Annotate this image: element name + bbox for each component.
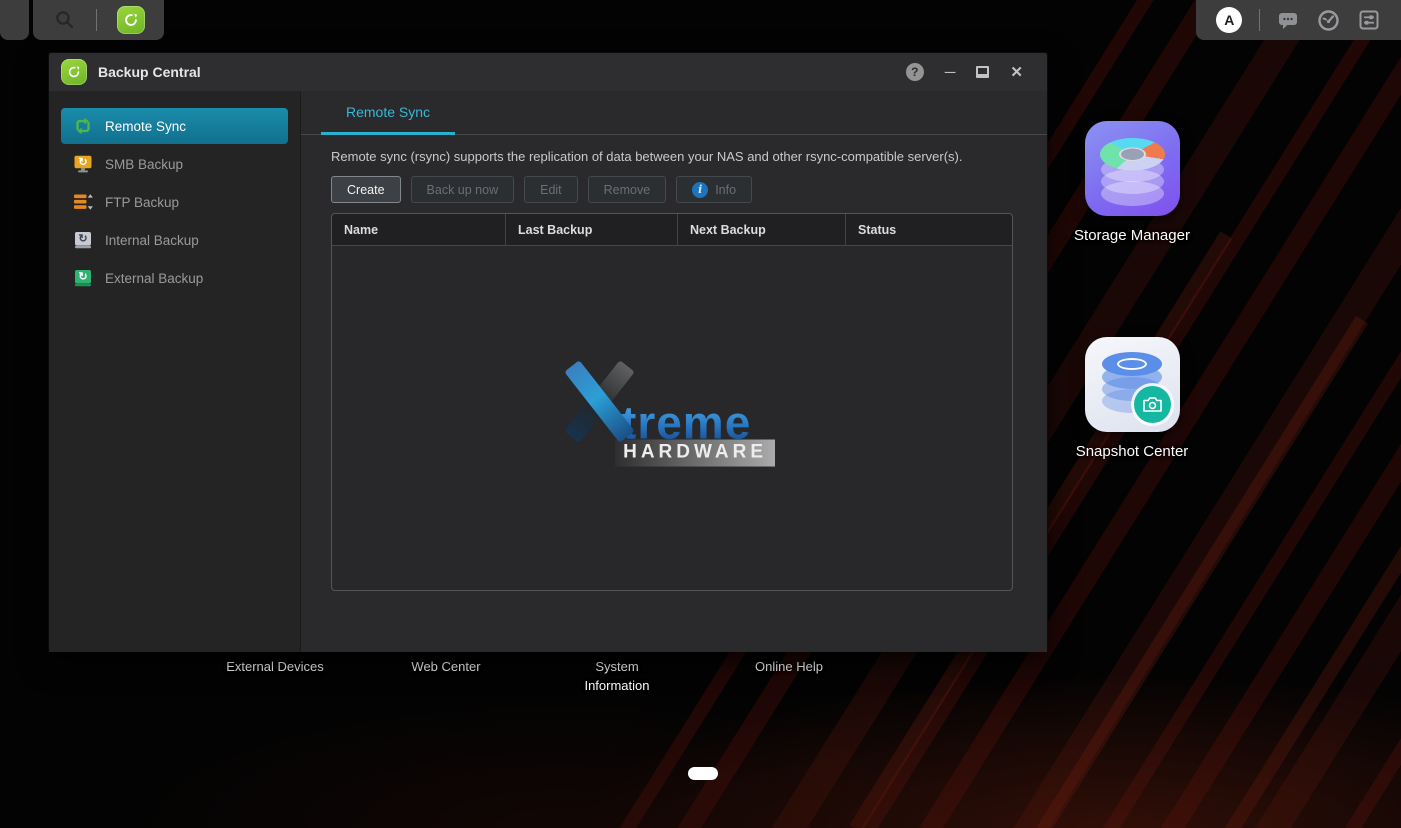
shortcut-label-web-center[interactable]: Web Center <box>376 658 516 677</box>
shortcut-snapshot-center[interactable]: Snapshot Center <box>1052 337 1212 460</box>
sidebar-item-remote-sync[interactable]: Remote Sync <box>61 108 288 144</box>
top-taskbar: A <box>0 0 1401 40</box>
taskbar-divider <box>1259 9 1260 31</box>
taskbar-left-group <box>33 0 164 40</box>
tab-remote-sync[interactable]: Remote Sync <box>321 91 455 135</box>
storage-manager-icon[interactable] <box>1085 121 1180 216</box>
desktop: A Backup Central ? ─ ✕ <box>0 0 1401 828</box>
watermark-treme-text: treme <box>621 403 751 444</box>
edit-button: Edit <box>524 176 578 203</box>
table-header: NameLast BackupNext BackupStatus <box>332 214 1012 246</box>
watermark-x-logo <box>567 358 629 444</box>
content-panel: Remote Sync Remote sync (rsync) supports… <box>301 91 1047 652</box>
remove-button: Remove <box>588 176 667 203</box>
info-button: i Info <box>676 176 752 203</box>
sidebar-item-label: SMB Backup <box>105 157 183 172</box>
ftp-server-icon <box>72 191 94 213</box>
sidebar-item-label: FTP Backup <box>105 195 179 210</box>
window-titlebar[interactable]: Backup Central ? ─ ✕ <box>49 53 1047 91</box>
maximize-button[interactable] <box>976 66 989 78</box>
shortcut-label-online-help[interactable]: Online Help <box>719 658 859 677</box>
search-icon[interactable] <box>53 8 77 32</box>
shortcut-label-external-devices[interactable]: External Devices <box>205 658 345 677</box>
shortcut-label-system-information[interactable]: System Information <box>567 658 667 696</box>
storage-donut-chart <box>1100 138 1165 172</box>
sidebar-item-external-backup[interactable]: ↻ External Backup <box>61 260 288 296</box>
chat-icon[interactable] <box>1276 8 1300 32</box>
watermark-hardware-text: HARDWARE <box>615 439 775 466</box>
button-label: Info <box>715 183 736 197</box>
sidebar-item-smb-backup[interactable]: ↻ SMB Backup <box>61 146 288 182</box>
backup-central-icon <box>61 59 87 85</box>
button-label: Remove <box>604 183 651 197</box>
column-header-last-backup[interactable]: Last Backup <box>506 214 678 245</box>
back-up-now-button: Back up now <box>411 176 515 203</box>
xtreme-hardware-watermark: treme HARDWARE <box>567 358 777 466</box>
table-body[interactable]: treme HARDWARE <box>332 246 1012 591</box>
button-label: Create <box>347 183 385 197</box>
internal-drive-icon: ↻ <box>72 229 94 251</box>
column-header-name[interactable]: Name <box>332 214 506 245</box>
window-controls: ? ─ ✕ <box>906 63 1035 81</box>
external-drive-icon: ↻ <box>72 267 94 289</box>
camera-badge-icon <box>1134 386 1171 423</box>
shortcut-label[interactable]: Storage Manager <box>1052 227 1212 244</box>
taskbar-pill-handle[interactable] <box>688 767 718 780</box>
column-header-status[interactable]: Status <box>846 214 1012 245</box>
sidebar-item-label: Remote Sync <box>105 119 186 134</box>
help-button[interactable]: ? <box>906 63 924 81</box>
taskbar-divider <box>96 9 97 31</box>
taskbar-stub[interactable] <box>0 0 29 40</box>
backup-central-app-icon[interactable] <box>117 6 145 34</box>
snapshot-center-icon[interactable] <box>1085 337 1180 432</box>
taskbar-right-group: A <box>1196 0 1401 40</box>
disk-ring <box>1117 358 1147 370</box>
close-button[interactable]: ✕ <box>1010 65 1023 80</box>
backup-central-window: Backup Central ? ─ ✕ Remote Sync ↻ SMB Bac… <box>48 52 1048 652</box>
preferences-icon[interactable] <box>1357 8 1381 32</box>
sidebar-item-label: Internal Backup <box>105 233 199 248</box>
activity-monitor-icon[interactable] <box>1316 8 1340 32</box>
sidebar: Remote Sync ↻ SMB Backup FTP Backup ↻ Interna… <box>49 91 301 652</box>
description-text: Remote sync (rsync) supports the replica… <box>331 149 1017 164</box>
smb-monitor-icon: ↻ <box>72 153 94 175</box>
window-body: Remote Sync ↻ SMB Backup FTP Backup ↻ Interna… <box>49 91 1047 652</box>
tab-bar: Remote Sync <box>301 91 1047 135</box>
column-header-next-backup[interactable]: Next Backup <box>678 214 846 245</box>
shortcut-label[interactable]: Snapshot Center <box>1052 443 1212 460</box>
info-icon: i <box>692 182 708 198</box>
sidebar-item-label: External Backup <box>105 271 203 286</box>
sidebar-item-ftp-backup[interactable]: FTP Backup <box>61 184 288 220</box>
button-label: Edit <box>540 183 562 197</box>
user-avatar[interactable]: A <box>1216 7 1242 33</box>
wallpaper-floor-glow <box>0 658 1401 828</box>
svg-text:↻: ↻ <box>78 271 87 283</box>
minimize-button[interactable]: ─ <box>945 65 956 80</box>
svg-text:↻: ↻ <box>78 157 87 169</box>
sync-arrows-icon <box>72 115 94 137</box>
window-title: Backup Central <box>98 64 201 80</box>
sidebar-item-internal-backup[interactable]: ↻ Internal Backup <box>61 222 288 258</box>
backup-jobs-table: NameLast BackupNext BackupStatus treme H… <box>331 213 1013 591</box>
toolbar: Create Back up now Edit Remove i Info <box>331 176 1017 203</box>
svg-text:↻: ↻ <box>78 233 87 245</box>
button-label: Back up now <box>427 183 499 197</box>
shortcut-storage-manager[interactable]: Storage Manager <box>1052 121 1212 244</box>
create-button[interactable]: Create <box>331 176 401 203</box>
